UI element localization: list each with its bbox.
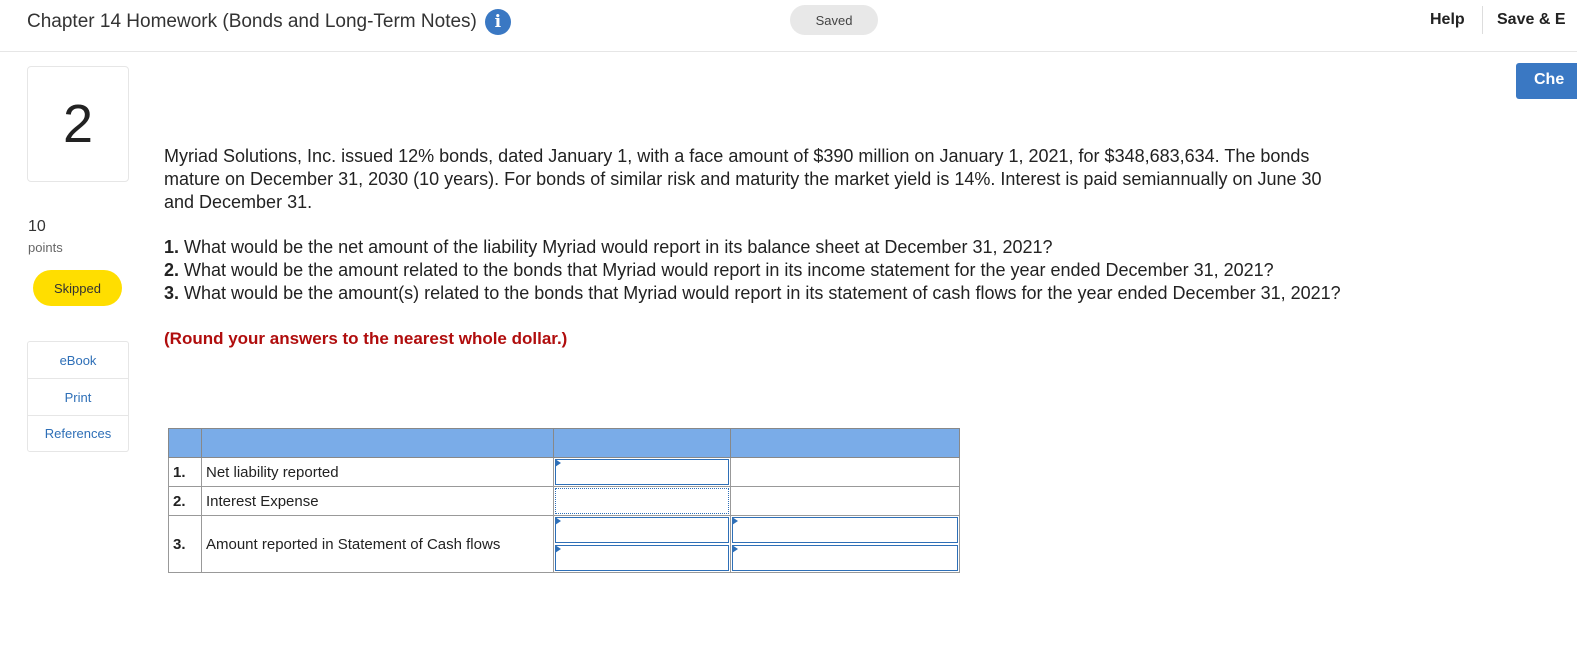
row-label: Net liability reported — [201, 457, 554, 487]
cash-flow-label-select-1[interactable] — [555, 517, 729, 543]
split-half — [731, 516, 959, 544]
input-marker-icon — [555, 517, 561, 525]
saved-status-badge: Saved — [790, 5, 878, 35]
table-row: 2. Interest Expense — [168, 486, 960, 516]
assignment-title: Chapter 14 Homework (Bonds and Long-Term… — [27, 9, 511, 35]
answer-cell — [553, 515, 731, 573]
answer-cell — [553, 486, 731, 516]
row-number: 2. — [168, 486, 202, 516]
points-value: 10 — [28, 218, 46, 235]
rounding-note: (Round your answers to the nearest whole… — [164, 329, 568, 348]
question-item-text: What would be the amount related to the … — [184, 260, 1274, 280]
split-cell — [731, 516, 959, 572]
input-marker-icon — [732, 517, 738, 525]
input-marker-icon — [555, 459, 561, 467]
answer-cell — [553, 457, 731, 487]
save-exit-button[interactable]: Save & E — [1497, 11, 1565, 29]
answer-table-header — [168, 428, 960, 458]
print-link[interactable]: Print — [28, 379, 128, 416]
table-row: 1. Net liability reported — [168, 457, 960, 487]
interest-expense-input[interactable] — [555, 488, 729, 514]
cash-flow-amount-input-1[interactable] — [732, 517, 958, 543]
row-number: 3. — [168, 515, 202, 573]
help-button[interactable]: Help — [1430, 11, 1465, 29]
question-item-number: 3. — [164, 283, 180, 303]
check-my-work-button[interactable]: Che — [1516, 63, 1577, 99]
header-cell — [201, 428, 554, 458]
header-cell — [553, 428, 731, 458]
question-item-text: What would be the net amount of the liab… — [184, 237, 1053, 257]
question-intro: Myriad Solutions, Inc. issued 12% bonds,… — [164, 146, 1322, 212]
assignment-title-text: Chapter 14 Homework (Bonds and Long-Term… — [27, 11, 477, 32]
question-content: Myriad Solutions, Inc. issued 12% bonds,… — [164, 145, 1344, 350]
question-item-text: What would be the amount(s) related to t… — [184, 283, 1341, 303]
cash-flow-amount-input-2[interactable] — [732, 545, 958, 571]
net-liability-input[interactable] — [555, 459, 729, 485]
answer-cell-empty — [730, 457, 960, 487]
info-icon[interactable]: i — [484, 9, 511, 35]
question-item-number: 1. — [164, 237, 180, 257]
question-number: 2 — [27, 66, 129, 182]
top-bar-divider — [1482, 6, 1483, 34]
input-marker-icon — [732, 545, 738, 553]
input-marker-icon — [555, 545, 561, 553]
references-link[interactable]: References — [28, 416, 128, 451]
question-item-number: 2. — [164, 260, 180, 280]
answer-cell — [730, 515, 960, 573]
ebook-link[interactable]: eBook — [28, 342, 128, 379]
question-item-1: 1. What would be the net amount of the l… — [164, 236, 1344, 259]
row-label: Interest Expense — [201, 486, 554, 516]
points-label: points — [28, 240, 63, 255]
question-item-3: 3. What would be the amount(s) related t… — [164, 282, 1344, 305]
split-half — [554, 516, 730, 544]
skipped-status-badge: Skipped — [33, 270, 122, 306]
table-row: 3. Amount reported in Statement of Cash … — [168, 515, 960, 573]
resource-links: eBook Print References — [27, 341, 129, 452]
row-number: 1. — [168, 457, 202, 487]
split-half — [731, 544, 959, 572]
top-bar: Chapter 14 Homework (Bonds and Long-Term… — [0, 0, 1577, 52]
question-item-2: 2. What would be the amount related to t… — [164, 259, 1344, 282]
row-label: Amount reported in Statement of Cash flo… — [201, 515, 554, 573]
header-cell — [730, 428, 960, 458]
split-cell — [554, 516, 730, 572]
answer-table: 1. Net liability reported 2. Interest Ex… — [168, 428, 960, 573]
cash-flow-label-select-2[interactable] — [555, 545, 729, 571]
header-cell — [168, 428, 202, 458]
split-half — [554, 544, 730, 572]
answer-cell-empty — [730, 486, 960, 516]
